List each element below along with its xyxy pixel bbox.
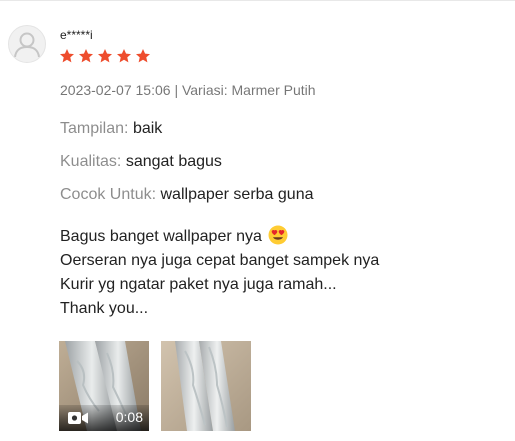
heart-eyes-emoji-icon (268, 225, 288, 245)
review-comment: Bagus banget wallpaper nya Oerseran nya … (60, 225, 379, 321)
attribute-value: wallpaper serba guna (160, 186, 314, 203)
star-icon (60, 49, 74, 63)
avatar[interactable] (8, 25, 46, 63)
review-date: 2023-02-07 15:06 (60, 82, 171, 98)
star-icon (79, 49, 93, 63)
user-placeholder-icon (14, 32, 40, 58)
attribute-value: baik (132, 120, 163, 137)
star-icon (117, 49, 131, 63)
image-thumbnail (161, 341, 251, 431)
reviewer-username: e*****i (60, 28, 93, 42)
star-icon (98, 49, 112, 63)
comment-line: Kurir yg ngatar paket nya juga ramah... (60, 276, 337, 293)
attribute-value: sangat bagus (125, 153, 222, 170)
attribute-label: Cocok Untuk: (60, 186, 157, 203)
attribute-cocok-untuk: Cocok Untuk: wallpaper serba guna (60, 186, 314, 204)
variation-label: Variasi: (181, 82, 228, 98)
meta-separator: | (174, 82, 179, 98)
video-duration: 0:08 (115, 409, 143, 425)
video-camera-icon (68, 412, 88, 424)
attribute-label: Tampilan: (60, 120, 129, 137)
star-icon (136, 49, 150, 63)
rating-stars (59, 48, 151, 64)
attribute-kualitas: Kualitas: sangat bagus (60, 153, 222, 171)
review-image-thumbnail[interactable] (161, 341, 251, 431)
top-divider (0, 0, 515, 1)
attribute-tampilan: Tampilan: baik (60, 120, 162, 138)
review-video-thumbnail[interactable]: 0:08 (59, 341, 149, 431)
comment-line: Oerseran nya juga cepat banget sampek ny… (60, 252, 380, 269)
comment-line: Bagus banget wallpaper nya (60, 225, 379, 249)
comment-line: Thank you... (60, 300, 149, 317)
review-meta: 2023-02-07 15:06 | Variasi: Marmer Putih (60, 82, 316, 98)
variation-value: Marmer Putih (231, 82, 316, 98)
attribute-label: Kualitas: (60, 153, 122, 170)
